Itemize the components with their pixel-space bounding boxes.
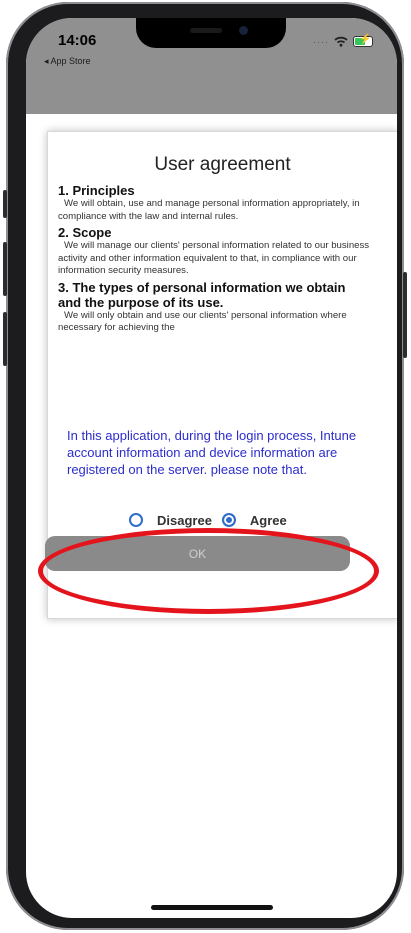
speaker-grille xyxy=(190,28,222,33)
side-button-silent xyxy=(3,190,7,218)
phone-screen: 14:06 ◂ App Store ···· ⚡ User agreement … xyxy=(26,18,397,918)
dialog-title: User agreement xyxy=(154,154,291,175)
login-notice-text: In this application, during the login pr… xyxy=(67,428,357,477)
ok-button[interactable]: OK xyxy=(45,536,350,571)
home-indicator[interactable] xyxy=(151,905,273,910)
side-button-volume-down xyxy=(3,312,7,366)
disagree-label: Disagree xyxy=(157,512,212,528)
section-body-types: We will only obtain and use our clients'… xyxy=(58,309,347,334)
status-time: 14:06 xyxy=(58,32,97,49)
agree-radio[interactable] xyxy=(221,513,236,527)
agree-label: Agree xyxy=(249,512,287,528)
battery-charging-icon: ⚡ xyxy=(353,34,373,47)
section-heading-principles: 1. Principles xyxy=(58,183,135,198)
cellular-dots-icon: ···· xyxy=(313,36,329,47)
section-body-principles: We will obtain, use and manage personal … xyxy=(58,198,360,222)
side-button-volume-up xyxy=(3,242,7,296)
side-button-power xyxy=(403,272,407,358)
phone-frame: 14:06 ◂ App Store ···· ⚡ User agreement … xyxy=(3,2,407,930)
terms-scroll-area[interactable]: 1. Principles We will obtain, use and ma… xyxy=(58,183,372,401)
front-camera xyxy=(239,26,248,35)
disagree-option[interactable]: Disagree xyxy=(129,513,212,528)
disagree-radio[interactable] xyxy=(129,513,143,527)
section-heading-types: 3. The types of personal information we … xyxy=(58,279,346,310)
section-body-scope: We will manage our clients' personal inf… xyxy=(58,240,370,276)
status-indicators: ···· ⚡ xyxy=(313,34,373,47)
agree-option[interactable]: Agree xyxy=(221,512,287,528)
back-to-app-store-link[interactable]: ◂ App Store xyxy=(44,56,91,67)
section-heading-scope: 2. Scope xyxy=(58,225,112,240)
agreement-choices: Disagree Agree xyxy=(129,512,287,528)
wifi-icon xyxy=(334,36,348,47)
notch xyxy=(136,18,286,48)
